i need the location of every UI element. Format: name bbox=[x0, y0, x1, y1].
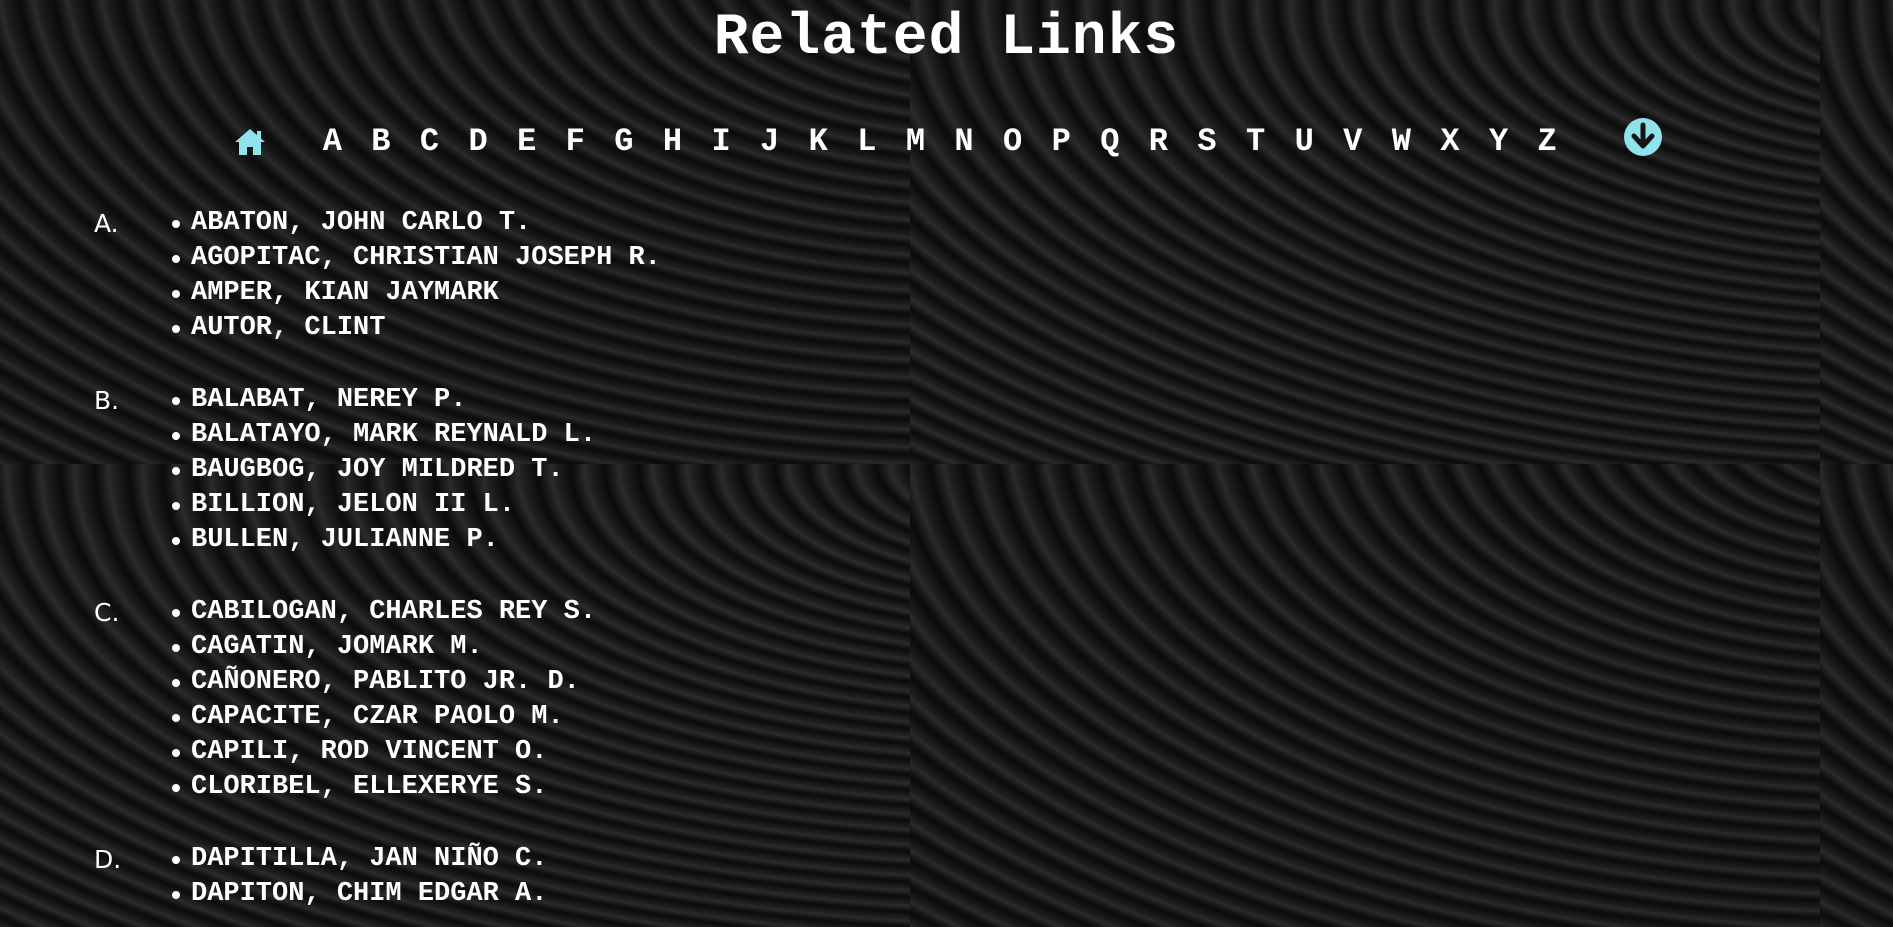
bullet-icon bbox=[172, 713, 180, 722]
name-text: CLORIBEL, ELLEXERYE S. bbox=[191, 772, 548, 802]
name-text: DAPITON, CHIM EDGAR A. bbox=[191, 879, 548, 909]
name-text: AMPER, KIAN JAYMARK bbox=[191, 278, 499, 308]
name-directory: A. ABATON, JOHN CARLO T. AGOPITAC, CHRISTI… bbox=[92, 206, 661, 927]
letter-link-c[interactable]: C bbox=[405, 120, 454, 164]
name-link[interactable]: BALATAYO, MARK REYNALD L. bbox=[170, 418, 596, 453]
letter-link-x[interactable]: X bbox=[1426, 120, 1475, 164]
name-text: CABILOGAN, CHARLES REY S. bbox=[191, 597, 597, 627]
bullet-icon bbox=[172, 324, 180, 333]
name-link[interactable]: AUTOR, CLINT bbox=[170, 311, 661, 346]
letter-link-v[interactable]: V bbox=[1328, 120, 1377, 164]
name-link[interactable]: CAÑONERO, PABLITO JR. D. bbox=[170, 665, 596, 700]
name-text: BILLION, JELON II L. bbox=[191, 490, 516, 520]
name-text: CAGATIN, JOMARK M. bbox=[191, 632, 483, 662]
name-list: CABILOGAN, CHARLES REY S. CAGATIN, JOMARK… bbox=[170, 595, 596, 805]
name-link[interactable]: AGOPITAC, CHRISTIAN JOSEPH R. bbox=[170, 241, 661, 276]
bullet-icon bbox=[172, 466, 180, 475]
letter-link-d[interactable]: D bbox=[454, 120, 503, 164]
name-link[interactable]: CLORIBEL, ELLEXERYE S. bbox=[170, 770, 596, 805]
section-d: D. DAPITILLA, JAN NIÑO C. DAPITON, CHIM ED… bbox=[92, 842, 661, 912]
page: Related Links ABCDEFGHIJKLMNOPQRSTUVWXYZ… bbox=[0, 0, 1893, 927]
letter-link-f[interactable]: F bbox=[551, 120, 600, 164]
letter-link-j[interactable]: J bbox=[745, 120, 794, 164]
section-label: D. bbox=[94, 845, 122, 874]
alphabet-nav: ABCDEFGHIJKLMNOPQRSTUVWXYZ bbox=[232, 117, 1663, 164]
bullet-icon bbox=[172, 748, 180, 757]
name-link[interactable]: BULLEN, JULIANNE P. bbox=[170, 523, 596, 558]
name-link[interactable]: CAPILI, ROD VINCENT O. bbox=[170, 735, 596, 770]
bullet-icon bbox=[172, 643, 180, 652]
letter-link-b[interactable]: B bbox=[357, 120, 406, 164]
name-text: CAÑONERO, PABLITO JR. D. bbox=[191, 667, 580, 697]
name-text: CAPACITE, CZAR PAOLO M. bbox=[191, 702, 564, 732]
letter-link-s[interactable]: S bbox=[1183, 120, 1232, 164]
name-text: DAPITILLA, JAN NIÑO C. bbox=[191, 844, 548, 874]
name-link[interactable]: AMPER, KIAN JAYMARK bbox=[170, 276, 661, 311]
bullet-icon bbox=[172, 289, 180, 298]
letter-link-a[interactable]: A bbox=[308, 120, 357, 164]
letter-link-k[interactable]: K bbox=[794, 120, 843, 164]
name-text: AUTOR, CLINT bbox=[191, 313, 386, 343]
section-b: B. BALABAT, NEREY P. BALATAYO, MARK REYNAL… bbox=[92, 383, 661, 558]
bullet-icon bbox=[172, 501, 180, 510]
letter-link-e[interactable]: E bbox=[502, 120, 551, 164]
letter-link-m[interactable]: M bbox=[891, 120, 940, 164]
letter-link-t[interactable]: T bbox=[1231, 120, 1280, 164]
letter-link-r[interactable]: R bbox=[1134, 120, 1183, 164]
name-text: BALATAYO, MARK REYNALD L. bbox=[191, 420, 597, 450]
page-title: Related Links bbox=[713, 6, 1180, 71]
bullet-icon bbox=[172, 396, 180, 405]
name-link[interactable]: CAGATIN, JOMARK M. bbox=[170, 630, 596, 665]
name-link[interactable]: BILLION, JELON II L. bbox=[170, 488, 596, 523]
name-text: BAUGBOG, JOY MILDRED T. bbox=[191, 455, 564, 485]
letter-link-p[interactable]: P bbox=[1037, 120, 1086, 164]
name-link[interactable]: ABATON, JOHN CARLO T. bbox=[170, 206, 661, 241]
name-link[interactable]: DAPITILLA, JAN NIÑO C. bbox=[170, 842, 547, 877]
letter-link-w[interactable]: W bbox=[1377, 120, 1426, 164]
name-link[interactable]: CABILOGAN, CHARLES REY S. bbox=[170, 595, 596, 630]
letter-link-u[interactable]: U bbox=[1280, 120, 1329, 164]
section-c: C. CABILOGAN, CHARLES REY S. CAGATIN, JOMA… bbox=[92, 595, 661, 805]
bullet-icon bbox=[172, 608, 180, 617]
name-list: ABATON, JOHN CARLO T. AGOPITAC, CHRISTIAN… bbox=[170, 206, 661, 346]
name-link[interactable]: DAPITON, CHIM EDGAR A. bbox=[170, 877, 547, 912]
letter-link-z[interactable]: Z bbox=[1523, 120, 1572, 164]
section-label: A. bbox=[94, 209, 119, 238]
letter-link-i[interactable]: I bbox=[697, 120, 746, 164]
letter-link-n[interactable]: N bbox=[940, 120, 989, 164]
name-list: BALABAT, NEREY P. BALATAYO, MARK REYNALD … bbox=[170, 383, 596, 558]
bullet-icon bbox=[172, 783, 180, 792]
bullet-icon bbox=[172, 219, 180, 228]
name-link[interactable]: BALABAT, NEREY P. bbox=[170, 383, 596, 418]
letter-link-o[interactable]: O bbox=[988, 120, 1037, 164]
name-link[interactable]: BAUGBOG, JOY MILDRED T. bbox=[170, 453, 596, 488]
arrow-down-circle-icon[interactable] bbox=[1623, 117, 1663, 157]
bullet-icon bbox=[172, 254, 180, 263]
letter-link-q[interactable]: Q bbox=[1086, 120, 1135, 164]
letter-link-y[interactable]: Y bbox=[1474, 120, 1523, 164]
section-label: B. bbox=[94, 386, 120, 415]
home-icon[interactable] bbox=[232, 125, 268, 159]
bullet-icon bbox=[172, 890, 180, 899]
name-text: CAPILI, ROD VINCENT O. bbox=[191, 737, 548, 767]
bullet-icon bbox=[172, 536, 180, 545]
bullet-icon bbox=[172, 678, 180, 687]
name-list: DAPITILLA, JAN NIÑO C. DAPITON, CHIM EDGA… bbox=[170, 842, 547, 912]
name-link[interactable]: CAPACITE, CZAR PAOLO M. bbox=[170, 700, 596, 735]
letter-links: ABCDEFGHIJKLMNOPQRSTUVWXYZ bbox=[308, 120, 1571, 164]
name-text: AGOPITAC, CHRISTIAN JOSEPH R. bbox=[191, 243, 661, 273]
name-text: BALABAT, NEREY P. bbox=[191, 385, 467, 415]
letter-link-l[interactable]: L bbox=[843, 120, 892, 164]
letter-link-g[interactable]: G bbox=[600, 120, 649, 164]
bullet-icon bbox=[172, 431, 180, 440]
section-label: C. bbox=[94, 598, 120, 627]
name-text: ABATON, JOHN CARLO T. bbox=[191, 208, 532, 238]
letter-link-h[interactable]: H bbox=[648, 120, 697, 164]
bullet-icon bbox=[172, 855, 180, 864]
section-a: A. ABATON, JOHN CARLO T. AGOPITAC, CHRISTI… bbox=[92, 206, 661, 346]
name-text: BULLEN, JULIANNE P. bbox=[191, 525, 499, 555]
